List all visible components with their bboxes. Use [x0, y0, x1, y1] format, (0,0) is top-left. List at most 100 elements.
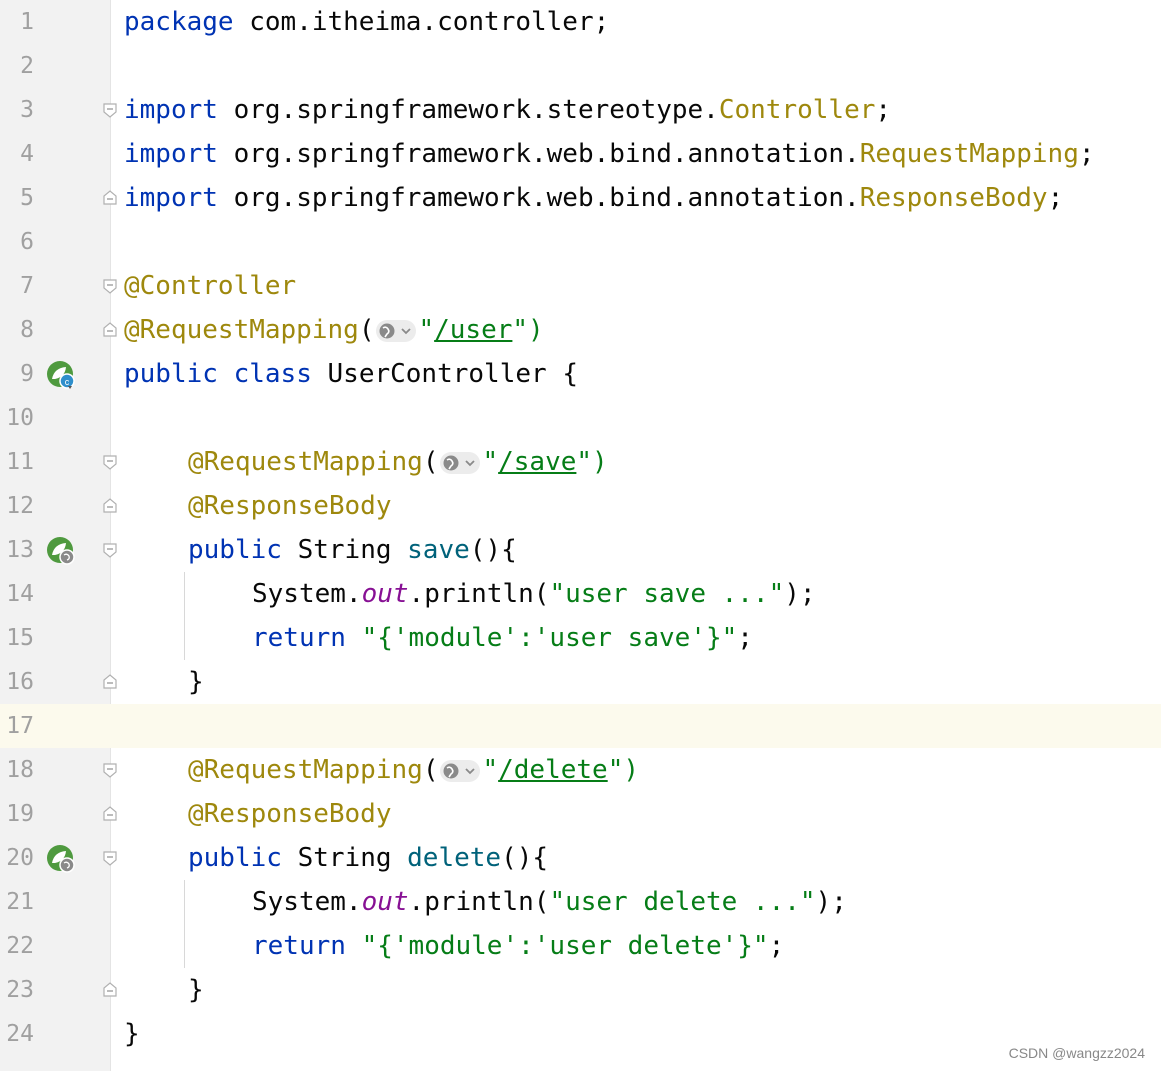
fold-start-icon[interactable]: [101, 277, 119, 295]
fold-end-icon[interactable]: [101, 981, 119, 999]
code-line[interactable]: 13 public String save(){: [0, 528, 1161, 572]
fold-start-icon[interactable]: [101, 453, 119, 471]
code-line[interactable]: 7 @Controller: [0, 264, 1161, 308]
code-text[interactable]: public class UserController {: [124, 352, 578, 396]
keyword: public: [124, 359, 218, 389]
code-text[interactable]: System.out.println("user save ...");: [252, 572, 816, 616]
web-endpoint-icon[interactable]: [440, 452, 481, 474]
code-line[interactable]: 24 }: [0, 1012, 1161, 1056]
quote: ": [482, 447, 499, 477]
code-line[interactable]: 1 package com.itheima.controller;: [0, 0, 1161, 44]
close-brace: }: [188, 975, 204, 1005]
method-name: delete: [407, 843, 502, 873]
annotation: @RequestMapping: [188, 447, 423, 477]
code-line[interactable]: 16 }: [0, 660, 1161, 704]
current-code-line[interactable]: 17: [0, 704, 1161, 748]
code-line[interactable]: 14 System.out.println("user save ...");: [0, 572, 1161, 616]
fold-end-icon[interactable]: [101, 805, 119, 823]
code-text[interactable]: System.out.println("user delete ...");: [252, 880, 847, 924]
code-line[interactable]: 19 @ResponseBody: [0, 792, 1161, 836]
code-text[interactable]: import org.springframework.web.bind.anno…: [124, 176, 1063, 220]
spring-web-endpoint-icon[interactable]: [46, 844, 76, 874]
url-path[interactable]: /delete: [498, 755, 608, 785]
spring-bean-class-icon[interactable]: c: [46, 360, 76, 390]
keyword: return: [252, 931, 346, 961]
code-text[interactable]: @ResponseBody: [188, 484, 392, 528]
close-brace: }: [188, 667, 204, 697]
svg-text:c: c: [65, 377, 70, 387]
keyword: import: [124, 139, 218, 169]
keyword: import: [124, 183, 218, 213]
fold-end-icon[interactable]: [101, 321, 119, 339]
code-line[interactable]: 15 return "{'module':'user save'}";: [0, 616, 1161, 660]
code-text[interactable]: return "{'module':'user delete'}";: [252, 924, 784, 968]
annotation: @RequestMapping: [124, 315, 359, 345]
code-text[interactable]: import org.springframework.web.bind.anno…: [124, 132, 1095, 176]
line-number: 8: [20, 317, 34, 343]
code-text[interactable]: public String delete(){: [188, 836, 548, 880]
code-text[interactable]: public String save(){: [188, 528, 517, 572]
fold-start-icon[interactable]: [101, 761, 119, 779]
code-line[interactable]: 11 @RequestMapping("/save"): [0, 440, 1161, 484]
code-text[interactable]: }: [188, 968, 204, 1012]
code-line[interactable]: 21 System.out.println("user delete ...")…: [0, 880, 1161, 924]
line-number: 17: [6, 713, 34, 739]
code-line[interactable]: 9 c public class UserController {: [0, 352, 1161, 396]
code-text[interactable]: }: [124, 1012, 140, 1056]
semicolon: ;: [1047, 183, 1064, 213]
semicolon: ;: [737, 623, 753, 653]
code-line[interactable]: 2: [0, 44, 1161, 88]
web-endpoint-icon[interactable]: [376, 320, 417, 342]
url-path[interactable]: /save: [498, 447, 576, 477]
code-text[interactable]: import org.springframework.stereotype.Co…: [124, 88, 891, 132]
class-name: UserController {: [327, 359, 578, 389]
code-line[interactable]: 5 import org.springframework.web.bind.an…: [0, 176, 1161, 220]
fold-start-icon[interactable]: [101, 101, 119, 119]
code-text[interactable]: @RequestMapping("/delete"): [188, 748, 639, 792]
code-text[interactable]: return "{'module':'user save'}";: [252, 616, 753, 660]
line-number: 4: [20, 141, 34, 167]
code-line[interactable]: 4 import org.springframework.web.bind.an…: [0, 132, 1161, 176]
code-text[interactable]: package com.itheima.controller;: [124, 0, 609, 44]
fold-end-icon[interactable]: [101, 189, 119, 207]
code-line[interactable]: 23 }: [0, 968, 1161, 1012]
paren: (: [422, 447, 439, 477]
code-line[interactable]: 10: [0, 396, 1161, 440]
url-path[interactable]: /user: [434, 315, 512, 345]
web-endpoint-icon[interactable]: [440, 760, 481, 782]
code-line[interactable]: 22 return "{'module':'user delete'}";: [0, 924, 1161, 968]
fold-start-icon[interactable]: [101, 541, 119, 559]
code-line[interactable]: 12 @ResponseBody: [0, 484, 1161, 528]
code-line[interactable]: 6: [0, 220, 1161, 264]
code-line[interactable]: 8 @RequestMapping("/user"): [0, 308, 1161, 352]
code-text[interactable]: @ResponseBody: [188, 792, 392, 836]
line-number: 7: [20, 273, 34, 299]
line-number: 16: [6, 669, 34, 695]
code-line[interactable]: 20 public String delete(){: [0, 836, 1161, 880]
code-text[interactable]: }: [188, 660, 204, 704]
code-text[interactable]: @RequestMapping("/user"): [124, 308, 544, 352]
quote: ": [418, 315, 435, 345]
semicolon: ;: [1078, 139, 1095, 169]
system-ref: System.: [252, 887, 362, 917]
spring-web-endpoint-icon[interactable]: [46, 536, 76, 566]
statement-end: );: [784, 579, 816, 609]
fold-end-icon[interactable]: [101, 673, 119, 691]
fold-start-icon[interactable]: [101, 849, 119, 867]
code-editor[interactable]: 1 package com.itheima.controller; 2 3 im…: [0, 0, 1161, 1071]
semicolon: ;: [875, 95, 892, 125]
import-class: Controller: [718, 95, 876, 125]
line-number: 22: [6, 933, 34, 959]
code-text[interactable]: @RequestMapping("/save"): [188, 440, 608, 484]
code-text[interactable]: @Controller: [124, 264, 296, 308]
code-line[interactable]: 18 @RequestMapping("/delete"): [0, 748, 1161, 792]
fold-end-icon[interactable]: [101, 497, 119, 515]
keyword: import: [124, 95, 218, 125]
quote-close: "): [512, 315, 544, 345]
keyword: public: [188, 843, 282, 873]
code-line[interactable]: 3 import org.springframework.stereotype.…: [0, 88, 1161, 132]
paren: (: [422, 755, 439, 785]
type-name: String: [297, 535, 392, 565]
import-class: ResponseBody: [859, 183, 1048, 213]
method-call: .println(: [408, 579, 550, 609]
